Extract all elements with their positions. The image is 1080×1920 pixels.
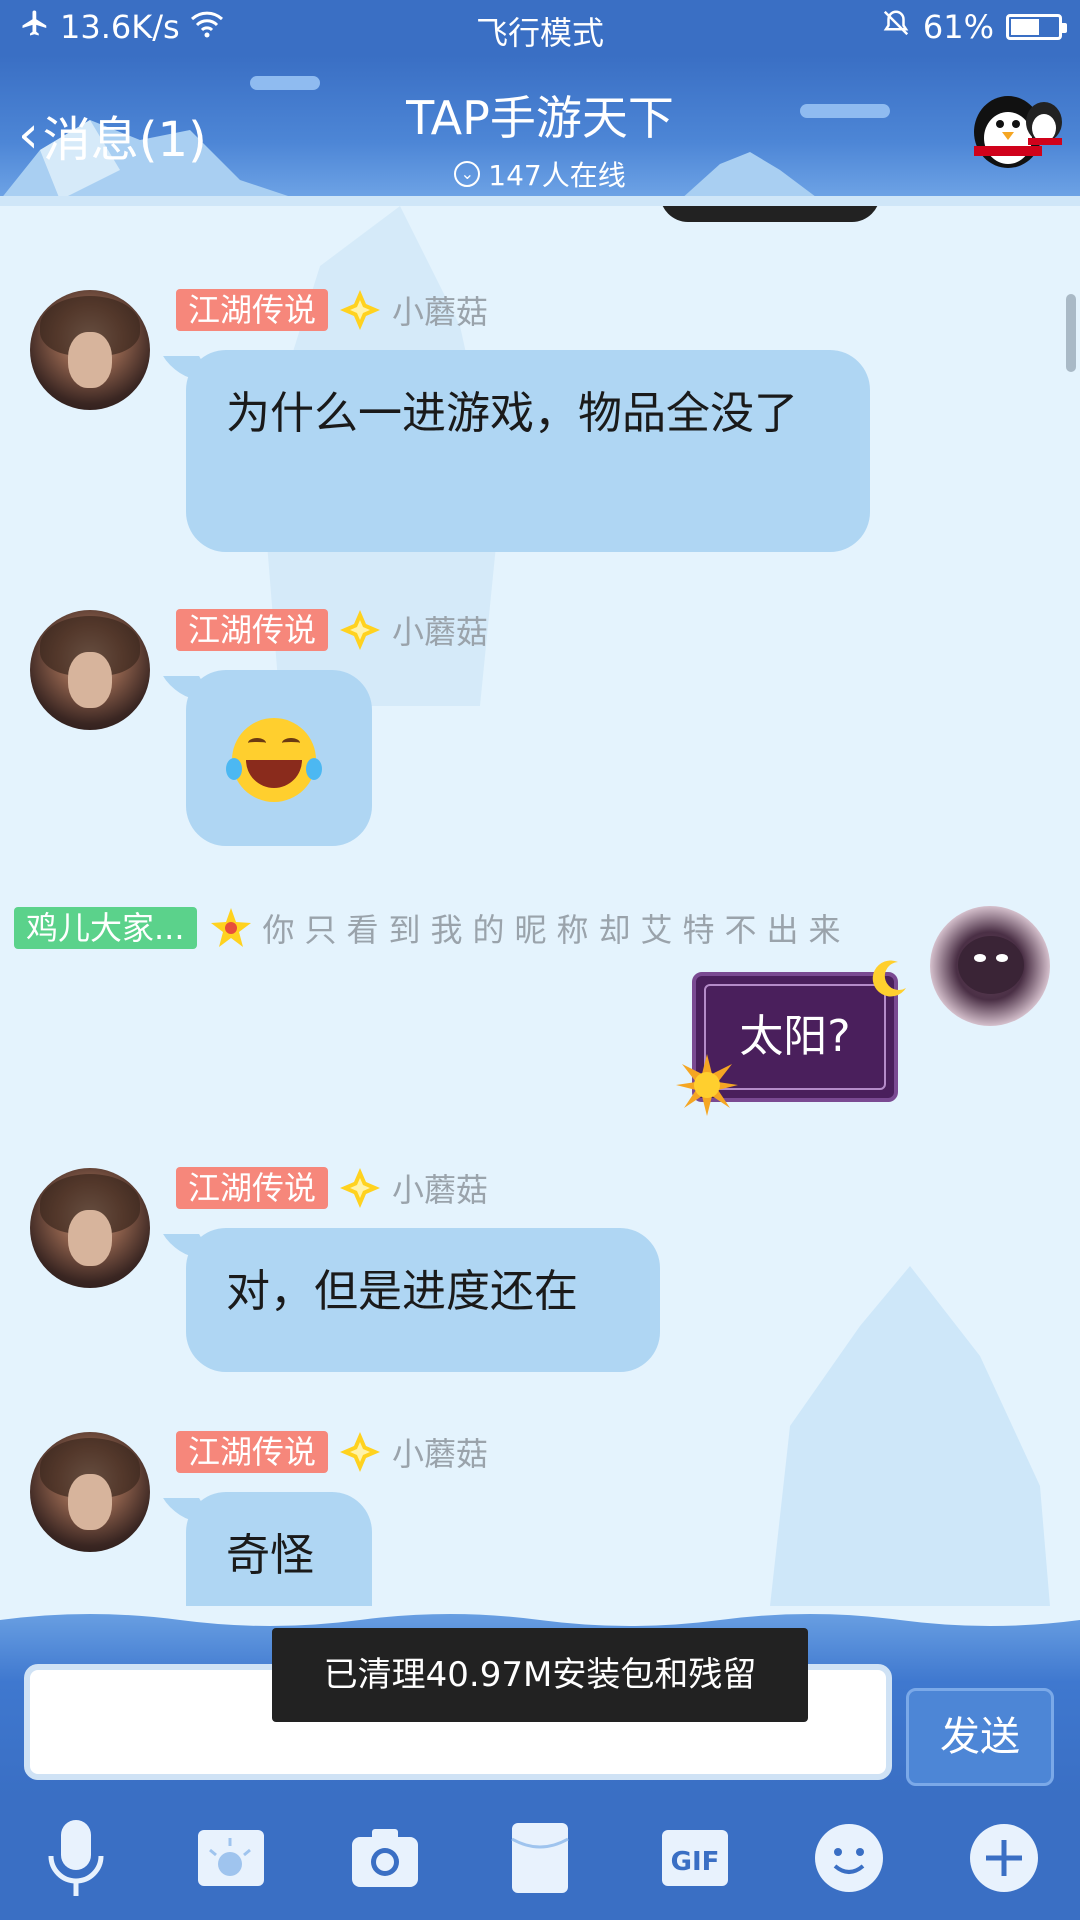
send-button[interactable]: 发送 [906, 1688, 1054, 1786]
red-packet-icon[interactable] [498, 1816, 582, 1900]
mute-bell-icon [881, 8, 911, 46]
chevron-down-circle-icon: ⌄ [454, 161, 481, 187]
message-text: 奇怪 [226, 1530, 314, 1581]
chat-header: ‹ 消息(1) TAP手游天下 ⌄ 147人在线 [0, 56, 1080, 200]
sun-icon [676, 1054, 738, 1116]
sender-name[interactable]: 你只看到我的昵称却艾特不出来 [263, 905, 851, 951]
input-toolbar: GIF [0, 1796, 1080, 1920]
sender-name[interactable]: 小蘑菇 [392, 607, 488, 653]
image-icon[interactable] [189, 1816, 273, 1900]
sender-avatar[interactable] [30, 290, 150, 410]
plus-icon[interactable] [962, 1816, 1046, 1900]
sender-avatar[interactable] [30, 1168, 150, 1288]
sender-avatar[interactable] [30, 610, 150, 730]
level-star-icon [338, 1430, 382, 1474]
member-title-badge: 江湖传说 [176, 289, 329, 331]
status-bar: 13.6K/s 飞行模式 61% [0, 0, 1080, 56]
member-title-badge: 江湖传说 [176, 1431, 329, 1473]
level-star-icon [338, 1166, 382, 1210]
ice-edge-divider [0, 196, 1080, 206]
sender-info: 江湖传说 小蘑菇 [176, 1166, 488, 1210]
member-title-badge: 江湖传说 [176, 1167, 329, 1209]
level-star-icon [338, 608, 382, 652]
laughing-tears-emoji-icon [226, 718, 322, 802]
message-bubble[interactable]: 对，但是进度还在 [186, 1228, 660, 1372]
message-text: 为什么一进游戏，物品全没了 [226, 388, 798, 439]
sender-info: 江湖传说 小蘑菇 [176, 1430, 488, 1474]
battery-fill [1011, 19, 1039, 35]
camera-icon[interactable] [343, 1816, 427, 1900]
message-bubble[interactable] [186, 670, 372, 846]
battery-icon [1006, 14, 1067, 40]
battery-percent: 61% [922, 8, 994, 46]
sender-info: 江湖传说 小蘑菇 [176, 288, 488, 332]
group-title[interactable]: TAP手游天下 [0, 82, 1080, 148]
message-bubble[interactable]: 为什么一进游戏，物品全没了 [186, 350, 870, 552]
online-status[interactable]: ⌄ 147人在线 [0, 154, 1080, 194]
sender-name[interactable]: 小蘑菇 [392, 287, 488, 333]
message-list[interactable]: 江湖传说 小蘑菇 为什么一进游戏，物品全没了 江湖传说 小蘑菇 鸡儿大家... … [0, 206, 1080, 1606]
message-text: 对，但是进度还在 [226, 1266, 578, 1317]
member-title-badge: 江湖传说 [176, 609, 329, 651]
mic-icon[interactable] [34, 1816, 118, 1900]
iceberg-background [770, 1266, 1050, 1606]
sender-info: 鸡儿大家... 你只看到我的昵称却艾特不出来 [14, 906, 851, 950]
online-count: 147人在线 [488, 159, 626, 192]
sender-name[interactable]: 小蘑菇 [392, 1429, 488, 1475]
svg-text:GIF: GIF [670, 1847, 719, 1877]
penguin-icon[interactable] [968, 90, 1064, 170]
emoji-icon[interactable] [807, 1816, 891, 1900]
level-star-icon [338, 288, 382, 332]
sender-avatar[interactable] [930, 906, 1050, 1026]
sender-name[interactable]: 小蘑菇 [392, 1165, 488, 1211]
message-bubble[interactable]: 奇怪 [186, 1492, 372, 1606]
scrollbar[interactable] [1066, 294, 1076, 372]
toast-message: 已清理40.97M安装包和残留 [272, 1628, 808, 1722]
sender-info: 江湖传说 小蘑菇 [176, 608, 488, 652]
previous-message-bubble[interactable] [660, 206, 880, 222]
level-star-icon [209, 906, 253, 950]
moon-icon [872, 960, 906, 997]
sender-avatar[interactable] [30, 1432, 150, 1552]
gif-icon[interactable]: GIF [653, 1816, 737, 1900]
member-title-badge: 鸡儿大家... [14, 907, 197, 949]
